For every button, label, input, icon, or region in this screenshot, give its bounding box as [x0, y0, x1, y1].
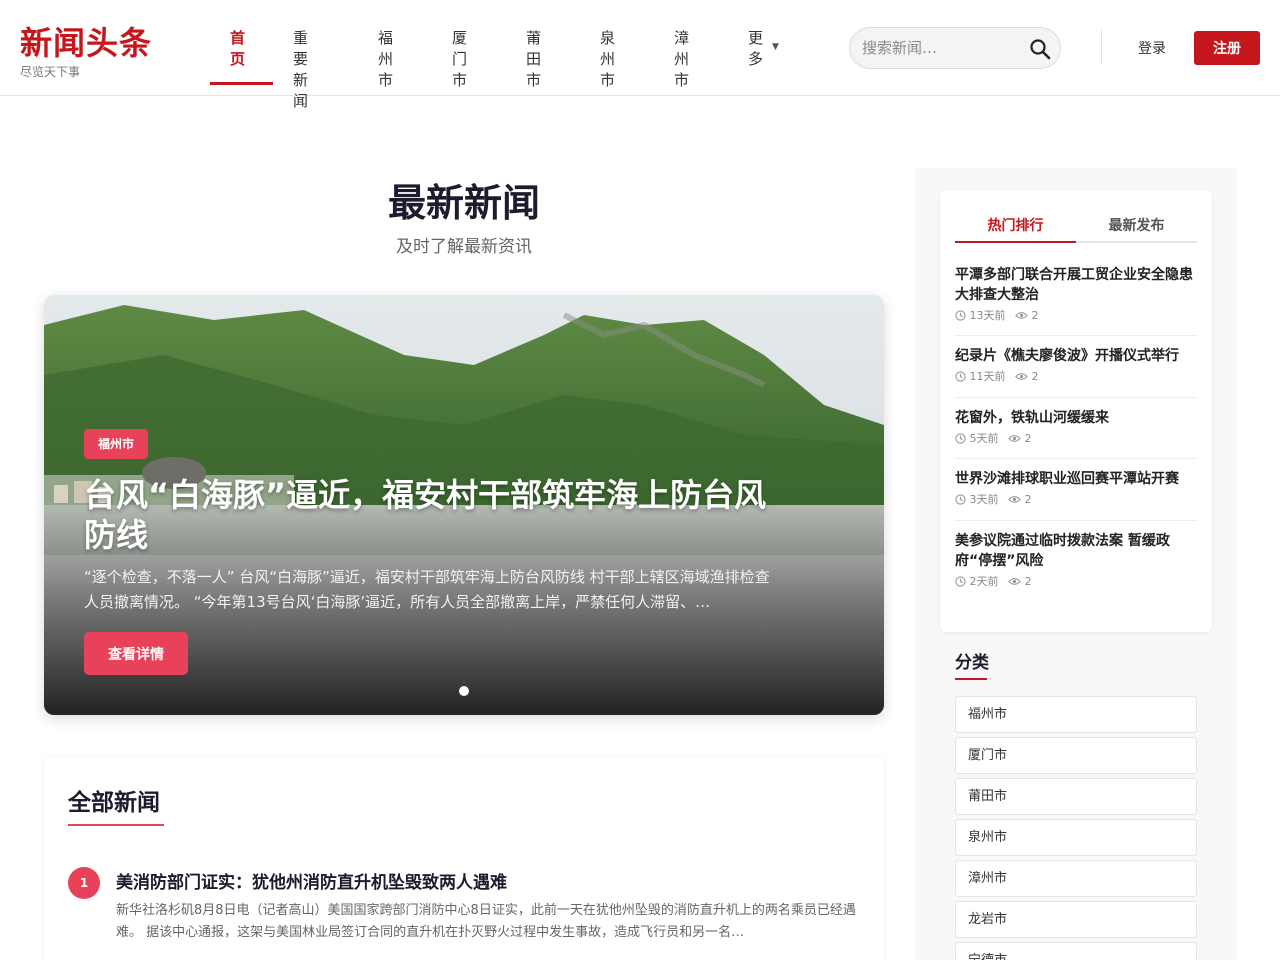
hot-item-title[interactable]: 平潭多部门联合开展工贸企业安全隐患大排查大整治: [955, 265, 1197, 305]
view-details-button[interactable]: 查看详情: [84, 632, 188, 675]
eye-icon: [1008, 496, 1021, 503]
hot-item[interactable]: 花窗外，铁轨山河缓缓来 5天前 2: [955, 408, 1197, 446]
tab-hot-ranking[interactable]: 热门排行: [955, 215, 1076, 235]
site-header: 新闻头条 尽览天下事 首 页 重要新 闻 福州 市 厦门 市 莆田 市 泉州 市…: [0, 0, 1280, 110]
category-item-zhangzhou[interactable]: 漳州市: [955, 860, 1197, 897]
hot-item-title[interactable]: 美参议院通过临时拨款法案 暂缓政府“停摆”风险: [955, 531, 1197, 571]
eye-icon: [1015, 373, 1028, 380]
category-item-putian[interactable]: 莆田市: [955, 778, 1197, 815]
hot-item[interactable]: 世界沙滩排球职业巡回赛平潭站开赛 3天前 2: [955, 469, 1197, 507]
hot-item-time: 3天前: [969, 493, 999, 506]
nav-item-xiamen[interactable]: 厦门 市: [452, 28, 467, 91]
category-item-fuzhou[interactable]: 福州市: [955, 696, 1197, 733]
eye-icon: [1008, 578, 1021, 585]
hot-item-views: 2: [1024, 575, 1032, 588]
carousel-dot[interactable]: [459, 686, 469, 696]
list-divider: [955, 397, 1197, 398]
category-item-longyan[interactable]: 龙岩市: [955, 901, 1197, 938]
hot-item-title[interactable]: 纪录片《樵夫廖俊波》开播仪式举行: [955, 346, 1197, 366]
tab-active-indicator: [955, 241, 1076, 243]
eye-icon: [1008, 435, 1021, 442]
nav-item-more[interactable]: 更 多: [748, 28, 763, 70]
hot-item-views: 2: [1024, 493, 1032, 506]
login-link[interactable]: 登录: [1138, 38, 1166, 58]
hot-item-time: 2天前: [969, 575, 999, 588]
hot-item-views: 2: [1024, 432, 1032, 445]
category-item-xiamen[interactable]: 厦门市: [955, 737, 1197, 774]
all-news-section: 全部新闻 1 美消防部门证实：犹他州消防直升机坠毁致两人遇难 新华社洛杉矶8月8…: [44, 757, 884, 960]
section-title: 全部新闻: [68, 790, 160, 816]
news-item-excerpt: 新华社洛杉矶8月8日电（记者高山）美国国家跨部门消防中心8日证实，此前一天在犹他…: [116, 903, 856, 940]
register-button[interactable]: 注册: [1194, 31, 1260, 65]
eye-icon: [1015, 312, 1028, 319]
page-subtitle: 及时了解最新资讯: [396, 237, 532, 257]
nav-item-fuzhou[interactable]: 福州 市: [378, 28, 393, 91]
clock-icon: [955, 310, 966, 321]
news-rank-badge: 1: [68, 867, 100, 899]
hot-item-meta: 5天前 2: [955, 432, 1197, 446]
hot-item-views: 2: [1031, 370, 1039, 383]
category-item-ningde[interactable]: 宁德市: [955, 942, 1197, 960]
hot-item-time: 11天前: [969, 370, 1006, 383]
hot-item-meta: 2天前 2: [955, 575, 1197, 589]
category-item-quanzhou[interactable]: 泉州市: [955, 819, 1197, 856]
header-divider: [1101, 30, 1102, 64]
hot-item-title[interactable]: 世界沙滩排球职业巡回赛平潭站开赛: [955, 469, 1197, 489]
clock-icon: [955, 371, 966, 382]
nav-item-important-news[interactable]: 重要新 闻: [293, 28, 308, 112]
search-input[interactable]: [862, 37, 1022, 59]
hot-item-time: 13天前: [969, 309, 1006, 322]
list-divider: [955, 458, 1197, 459]
clock-icon: [955, 494, 966, 505]
list-divider: [955, 520, 1197, 521]
categories-title: 分类: [955, 653, 989, 673]
hot-item[interactable]: 纪录片《樵夫廖俊波》开播仪式举行 11天前 2: [955, 346, 1197, 384]
section-title-underline: [68, 824, 164, 826]
hot-item-time: 5天前: [969, 432, 999, 445]
list-divider: [955, 335, 1197, 336]
search-box: [849, 27, 1061, 69]
nav-item-quanzhou[interactable]: 泉州 市: [600, 28, 615, 91]
news-item-title[interactable]: 美消防部门证实：犹他州消防直升机坠毁致两人遇难: [116, 868, 507, 893]
hot-item-meta: 11天前 2: [955, 370, 1197, 384]
hot-item-meta: 13天前 2: [955, 309, 1197, 323]
page-title: 最新新闻: [387, 181, 540, 225]
hero-carousel[interactable]: 福州市 台风“白海豚”逼近，福安村干部筑牢海上防台风防线 “逐个检查，不落一人”…: [44, 295, 884, 715]
tab-latest[interactable]: 最新发布: [1076, 215, 1197, 235]
hero-title[interactable]: 台风“白海豚”逼近，福安村干部筑牢海上防台风防线: [84, 475, 784, 555]
hot-item-views: 2: [1031, 309, 1039, 322]
nav-item-zhangzhou[interactable]: 漳州 市: [674, 28, 689, 91]
hero-category-badge[interactable]: 福州市: [84, 429, 149, 459]
hot-item-meta: 3天前 2: [955, 493, 1197, 507]
search-icon[interactable]: [1028, 37, 1052, 61]
nav-item-putian[interactable]: 莆田 市: [526, 28, 541, 91]
clock-icon: [955, 576, 966, 587]
site-tagline: 尽览天下事: [20, 65, 81, 79]
hot-item[interactable]: 平潭多部门联合开展工贸企业安全隐患大排查大整治 13天前 2: [955, 265, 1197, 323]
site-logo[interactable]: 新闻头条: [20, 18, 152, 64]
chevron-down-icon[interactable]: ▼: [772, 42, 779, 52]
ranking-tabs: 热门排行 最新发布: [955, 212, 1197, 243]
ranking-card: 热门排行 最新发布 平潭多部门联合开展工贸企业安全隐患大排查大整治 13天前 2…: [940, 190, 1212, 632]
hot-item-title[interactable]: 花窗外，铁轨山河缓缓来: [955, 408, 1197, 428]
nav-active-indicator: [210, 82, 273, 85]
nav-item-home[interactable]: 首 页: [230, 28, 245, 70]
clock-icon: [955, 433, 966, 444]
hot-item[interactable]: 美参议院通过临时拨款法案 暂缓政府“停摆”风险 2天前 2: [955, 531, 1197, 589]
hero-description: “逐个检查，不落一人” 台风“白海豚”逼近，福安村干部筑牢海上防台风防线 村干部…: [84, 568, 770, 611]
categories-title-underline: [955, 678, 987, 680]
